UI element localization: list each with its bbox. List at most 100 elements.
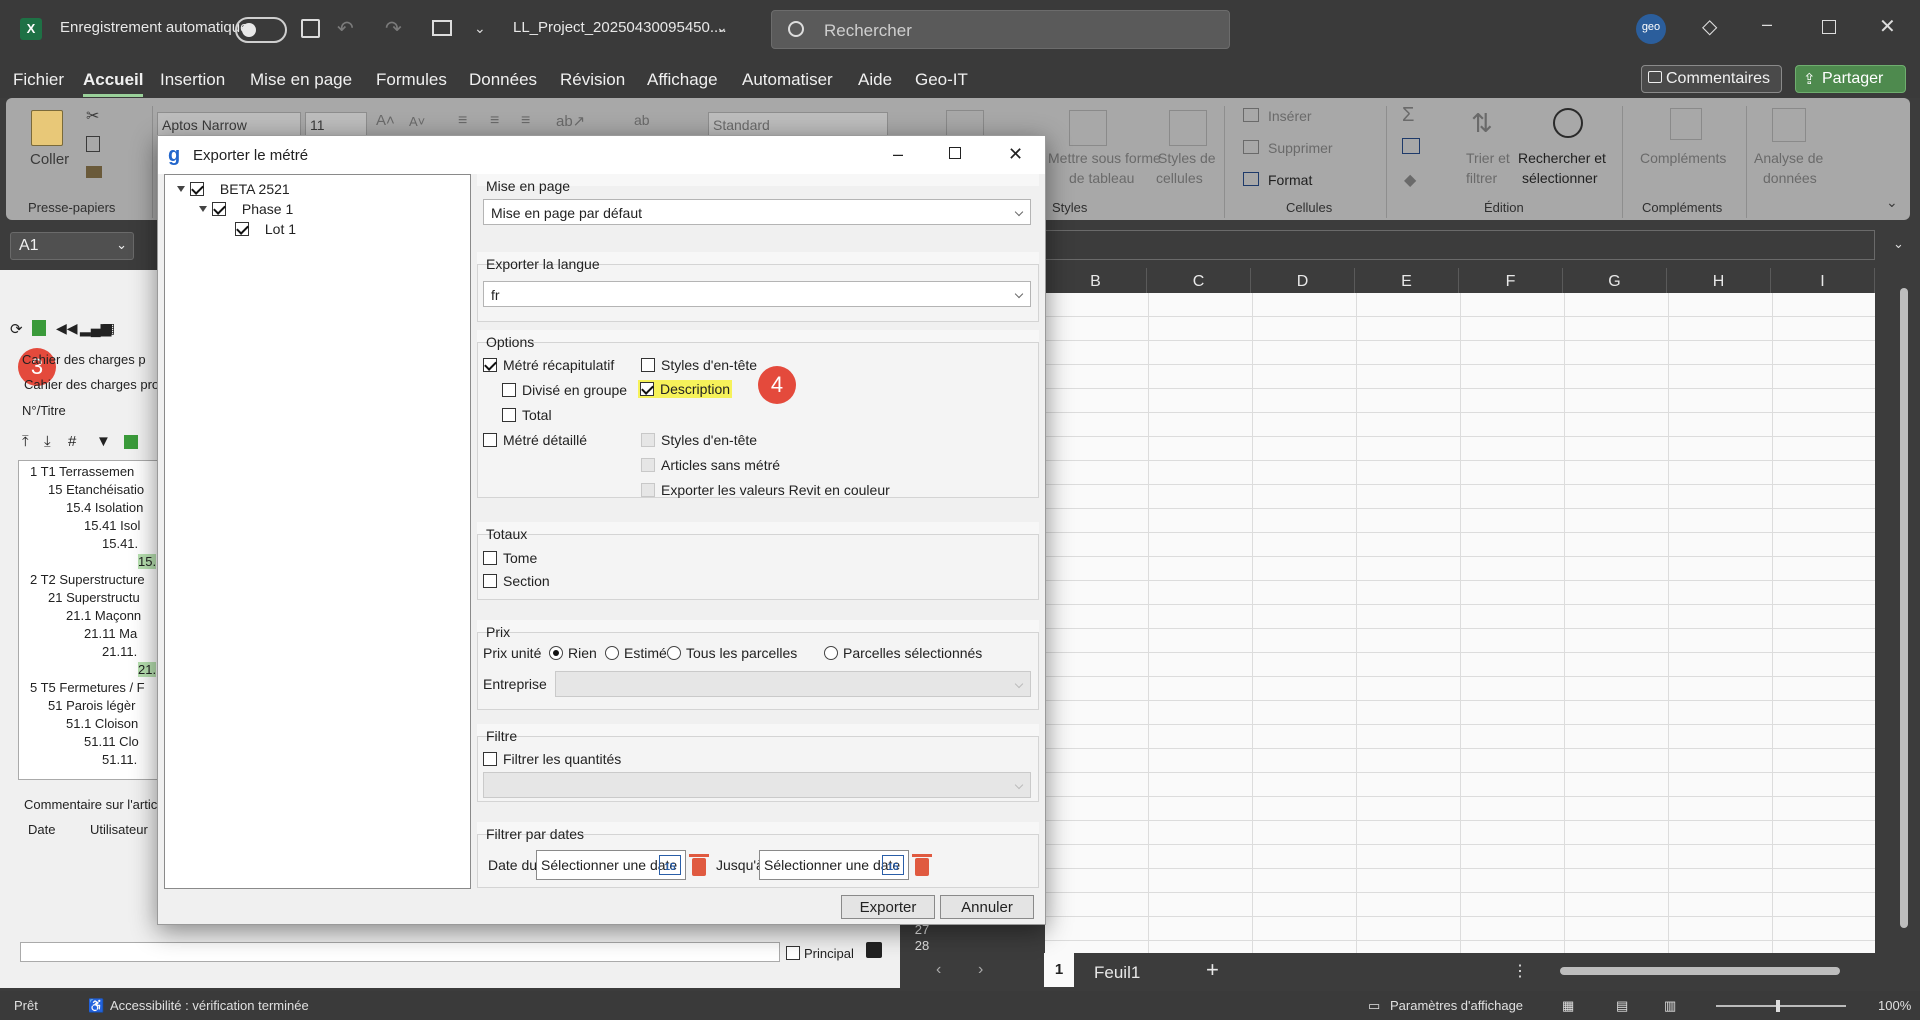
date-to-input[interactable]: Sélectionner une date 15: [759, 850, 909, 880]
export-button[interactable]: Exporter: [841, 895, 935, 919]
minimize-icon[interactable]: –: [1762, 14, 1772, 35]
quick-access-icon[interactable]: [432, 20, 452, 36]
shrink-font-icon[interactable]: A˅: [409, 114, 425, 129]
font-size-combo[interactable]: 11: [305, 112, 367, 136]
tree-node[interactable]: 2 T2 Superstructure: [30, 572, 145, 587]
grid-cells[interactable]: [1045, 293, 1875, 953]
customize-qat-icon[interactable]: ⌄: [474, 20, 486, 37]
scroll-thumb[interactable]: [1560, 967, 1840, 975]
addins-icon[interactable]: [1670, 108, 1702, 140]
tree-node[interactable]: 5 T5 Fermetures / F: [30, 680, 145, 695]
cell-styles-icon[interactable]: [1169, 110, 1207, 146]
save-icon[interactable]: [301, 19, 320, 38]
clear-icon[interactable]: ◆: [1404, 170, 1416, 190]
format-table-label-1[interactable]: Mettre sous forme: [1048, 150, 1161, 166]
align-right-icon[interactable]: ≡: [521, 112, 530, 130]
copy-icon[interactable]: [86, 136, 100, 152]
section-checkbox[interactable]: Section: [483, 573, 550, 589]
rewind-icon[interactable]: ◀◀: [56, 320, 78, 337]
column-header[interactable]: E: [1355, 268, 1459, 293]
tree-node[interactable]: 15.: [138, 554, 157, 569]
search-box[interactable]: Rechercher: [771, 10, 1230, 49]
column-header[interactable]: C: [1147, 268, 1251, 293]
filter-select[interactable]: [483, 772, 1031, 798]
sheet-tab-feuil1[interactable]: Feuil1: [1094, 963, 1140, 983]
column-header[interactable]: D: [1251, 268, 1355, 293]
vertical-scrollbar[interactable]: [1895, 268, 1913, 953]
tome-checkbox[interactable]: Tome: [483, 550, 537, 566]
trash-icon[interactable]: [912, 854, 932, 876]
display-settings[interactable]: Paramètres d'affichage: [1390, 998, 1523, 1013]
scroll-thumb[interactable]: [1900, 288, 1908, 928]
detailed-header-styles-checkbox[interactable]: Styles d'en-tête: [641, 432, 757, 448]
refresh-icon[interactable]: ⟳: [10, 320, 23, 338]
column-header[interactable]: B: [1045, 268, 1147, 293]
close-icon[interactable]: ✕: [1008, 144, 1023, 165]
upload-icon[interactable]: ⤒: [22, 433, 29, 450]
redo-icon[interactable]: ↷: [385, 16, 402, 41]
cell-styles-label-1[interactable]: Styles de: [1158, 150, 1216, 166]
date-from-input[interactable]: Sélectionner une date 15: [536, 850, 686, 880]
column-header[interactable]: I: [1771, 268, 1875, 293]
save-comment-icon[interactable]: [866, 942, 882, 958]
price-option-estime[interactable]: Estimé: [605, 645, 667, 661]
description-checkbox[interactable]: Description: [638, 380, 733, 398]
format-cells-label[interactable]: Format: [1268, 172, 1312, 188]
expand-formula-icon[interactable]: ⌄: [1893, 236, 1904, 252]
number-format-combo[interactable]: Standard: [708, 112, 888, 136]
restore-icon[interactable]: [1822, 20, 1836, 34]
price-option-selected-parcels[interactable]: Parcelles sélectionnés: [824, 645, 982, 661]
share-button[interactable]: ⇪ Partager: [1795, 65, 1906, 93]
tree-item-lot[interactable]: Lot 1: [235, 221, 296, 237]
tree-checkbox[interactable]: [190, 182, 204, 196]
delete-cells-label[interactable]: Supprimer: [1268, 140, 1333, 156]
find-select-label-2[interactable]: sélectionner: [1522, 170, 1598, 186]
delete-cells-icon[interactable]: [1243, 140, 1259, 154]
tree-node[interactable]: 21 Superstructu: [48, 590, 140, 605]
tree-node[interactable]: 51.1 Cloison: [66, 716, 138, 731]
format-cells-icon[interactable]: [1243, 172, 1259, 186]
col-user-header[interactable]: Utilisateur: [90, 822, 148, 837]
expand-icon[interactable]: [199, 206, 207, 212]
format-table-label-2[interactable]: de tableau: [1069, 170, 1134, 186]
tree-node[interactable]: 15.41 Isol: [84, 518, 140, 533]
expand-icon[interactable]: [177, 186, 185, 192]
formula-input[interactable]: [1045, 230, 1875, 260]
tree-node[interactable]: 1 T1 Terrassemen: [30, 464, 134, 479]
grow-font-icon[interactable]: A˄: [376, 112, 395, 129]
accessibility-icon[interactable]: ♿: [88, 998, 104, 1014]
avatar[interactable]: geo: [1636, 14, 1666, 44]
tree-node[interactable]: 15.4 Isolation: [66, 500, 143, 515]
revit-colors-checkbox[interactable]: Exporter les valeurs Revit en couleur: [641, 482, 890, 498]
add-icon[interactable]: [124, 435, 138, 449]
filename-chevron-icon[interactable]: ⌄: [716, 19, 728, 36]
tree-node[interactable]: 51 Parois légèr: [48, 698, 135, 713]
menu-formules[interactable]: Formules: [376, 70, 447, 90]
tree-node[interactable]: 21.1 Maçonn: [66, 608, 141, 623]
page-layout-icon[interactable]: ▤: [1616, 998, 1628, 1014]
calendar-icon[interactable]: 15: [659, 855, 681, 875]
detailed-checkbox[interactable]: Métré détaillé: [483, 432, 587, 448]
name-box[interactable]: A1 ⌄: [10, 232, 134, 260]
more-icon[interactable]: ⋮: [1512, 961, 1528, 981]
minimize-icon[interactable]: –: [893, 144, 903, 165]
zoom-slider-thumb[interactable]: [1776, 1000, 1780, 1012]
analyze-data-label-1[interactable]: Analyse de: [1754, 150, 1823, 166]
paste-icon[interactable]: [31, 110, 63, 146]
column-header[interactable]: H: [1667, 268, 1771, 293]
insert-cells-label[interactable]: Insérer: [1268, 108, 1312, 124]
principal-checkbox[interactable]: [786, 946, 800, 961]
comment-input[interactable]: [20, 942, 780, 962]
wrap-text-icon[interactable]: ab: [634, 112, 650, 128]
tree-node[interactable]: 51.11 Clo: [84, 734, 139, 749]
sort-filter-label-2[interactable]: filtrer: [1466, 170, 1497, 186]
normal-view-icon[interactable]: ▦: [1562, 998, 1574, 1014]
format-painter-icon[interactable]: [86, 166, 102, 178]
cancel-button[interactable]: Annuler: [940, 895, 1034, 919]
maximize-icon[interactable]: [949, 147, 961, 159]
filter-icon[interactable]: ▼: [96, 433, 111, 450]
sum-icon[interactable]: Σ: [1402, 104, 1414, 127]
menu-donnees[interactable]: Données: [469, 70, 537, 90]
menu-geo-it[interactable]: Geo-IT: [915, 70, 968, 90]
menu-aide[interactable]: Aide: [858, 70, 892, 90]
